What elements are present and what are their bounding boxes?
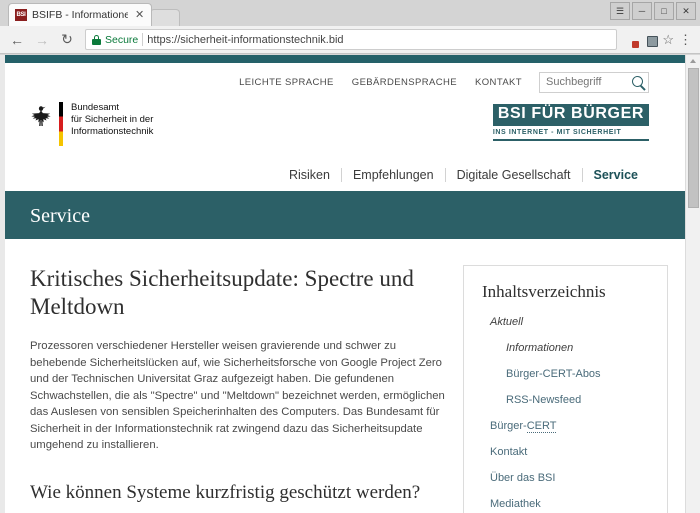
tab-title: BSIFB - Informationen - I <box>32 9 128 21</box>
util-link-leichte-sprache[interactable]: LEICHTE SPRACHE <box>230 77 343 88</box>
toc-item-buerger-cert-abos[interactable]: Bürger-CERT-Abos <box>482 367 653 381</box>
bundesamt-line-2: für Sicherheit in der <box>71 114 154 125</box>
article-heading: Kritisches Sicherheitsupdate: Spectre un… <box>30 266 414 319</box>
toc-item-ueber-das-bsi[interactable]: Über das BSI <box>482 471 653 485</box>
maximize-button[interactable]: □ <box>654 2 674 20</box>
table-of-contents: Inhaltsverzeichnis Aktuell Informationen… <box>463 265 668 513</box>
nav-item-risiken[interactable]: Risiken <box>278 168 341 182</box>
toc-item-rss-newsfeed[interactable]: RSS-Newsfeed <box>482 393 653 407</box>
page-title-band: Service <box>0 193 685 239</box>
tab-favicon: BSI <box>15 9 27 21</box>
main-navigation: Risiken Empfehlungen Digitale Gesellscha… <box>0 159 685 193</box>
page-viewport: LEICHTE SPRACHE GEBÄRDENSPRACHE KONTAKT <box>0 55 700 513</box>
reload-icon[interactable]: ↻ <box>56 29 78 51</box>
nav-item-empfehlungen[interactable]: Empfehlungen <box>340 168 445 182</box>
browser-window: BSI BSIFB - Informationen - I ✕ ☰ ─ □ ✕ … <box>0 0 700 513</box>
scrollbar-thumb[interactable] <box>688 68 699 208</box>
nav-item-service[interactable]: Service <box>581 168 649 182</box>
extension-translate-icon[interactable] <box>643 33 657 47</box>
web-page: LEICHTE SPRACHE GEBÄRDENSPRACHE KONTAKT <box>0 55 685 513</box>
util-link-gebaerdensprache[interactable]: GEBÄRDENSPRACHE <box>343 77 466 88</box>
search-box[interactable] <box>539 71 649 93</box>
article-paragraph: Prozessoren verschiedener Hersteller wei… <box>30 340 445 451</box>
forward-icon[interactable]: → <box>31 29 53 51</box>
bundesamt-logo-text: Bundesamt für Sicherheit in der Informat… <box>71 101 153 138</box>
bundesamt-line-1: Bundesamt <box>71 102 120 113</box>
bundesamt-line-3: Informationstechnik <box>71 126 154 137</box>
divider <box>142 33 144 46</box>
close-button[interactable]: ✕ <box>676 2 696 20</box>
window-controls: ☰ ─ □ ✕ <box>610 2 696 20</box>
toc-title: Inhaltsverzeichnis <box>482 282 606 301</box>
toc-item-buerger-cert-label: Bürger-CERT <box>490 420 557 433</box>
article-subheading: Wie können Systeme kurzfristig geschützt… <box>30 481 421 503</box>
bsi-logo-rule <box>492 138 649 141</box>
nav-item-digitale-gesellschaft[interactable]: Digitale Gesellschaft <box>444 168 582 182</box>
bsi-fuer-buerger-logo[interactable]: BSI FÜR BÜRGER INS INTERNET - MIT SICHER… <box>492 101 649 141</box>
bsi-logo-tagline: INS INTERNET - MIT SICHERHEIT <box>492 128 622 136</box>
tab-strip: BSI BSIFB - Informationen - I ✕ <box>8 3 181 26</box>
url-text: https://sicherheit-informationstechnik.b… <box>147 33 344 46</box>
new-tab-button[interactable] <box>150 9 181 26</box>
german-flag-bar <box>59 102 63 146</box>
close-icon[interactable]: ✕ <box>133 9 146 21</box>
abbr-underline: CERT <box>526 420 557 433</box>
page-content: Kritisches Sicherheitsupdate: Spectre un… <box>0 239 685 513</box>
utility-nav: LEICHTE SPRACHE GEBÄRDENSPRACHE KONTAKT <box>0 63 685 101</box>
search-icon[interactable] <box>632 75 643 87</box>
bundesamt-logo[interactable]: Bundesamt für Sicherheit in der Informat… <box>30 101 153 146</box>
restore-group-button[interactable]: ☰ <box>610 2 630 20</box>
search-input[interactable] <box>546 76 628 88</box>
bsi-logo-title: BSI FÜR BÜRGER <box>492 104 649 126</box>
lock-icon <box>92 34 101 45</box>
page-left-gutter <box>0 55 5 513</box>
site-top-strip <box>0 55 685 63</box>
toolbar-icons: ☆ ⋮ <box>624 33 694 47</box>
address-bar[interactable]: Secure https://sicherheit-informationste… <box>85 29 618 50</box>
browser-titlebar: BSI BSIFB - Informationen - I ✕ ☰ ─ □ ✕ <box>0 0 700 26</box>
toc-item-kontakt[interactable]: Kontakt <box>482 445 653 459</box>
scroll-up-icon[interactable] <box>690 59 696 63</box>
browser-tab[interactable]: BSI BSIFB - Informationen - I ✕ <box>8 3 153 26</box>
extension-shield-icon[interactable] <box>624 33 638 47</box>
browser-toolbar: ← → ↻ Secure https://sicherheit-informat… <box>0 26 700 54</box>
bookmark-star-icon[interactable]: ☆ <box>662 33 674 46</box>
security-label: Secure <box>105 33 139 46</box>
federal-eagle-icon <box>31 106 51 126</box>
toc-item-aktuell[interactable]: Aktuell <box>482 315 653 329</box>
page-scrollbar[interactable] <box>685 55 700 513</box>
article: Kritisches Sicherheitsupdate: Spectre un… <box>30 265 445 513</box>
page-title: Service <box>30 204 90 227</box>
toc-item-informationen[interactable]: Informationen <box>482 341 653 355</box>
util-link-kontakt[interactable]: KONTAKT <box>466 77 531 88</box>
toc-item-buerger-cert[interactable]: Bürger-CERT <box>482 419 653 433</box>
logo-row: Bundesamt für Sicherheit in der Informat… <box>0 101 685 159</box>
chrome-menu-icon[interactable]: ⋮ <box>679 33 692 46</box>
minimize-button[interactable]: ─ <box>632 2 652 20</box>
toc-item-mediathek[interactable]: Mediathek <box>482 497 653 511</box>
back-icon[interactable]: ← <box>6 29 28 51</box>
